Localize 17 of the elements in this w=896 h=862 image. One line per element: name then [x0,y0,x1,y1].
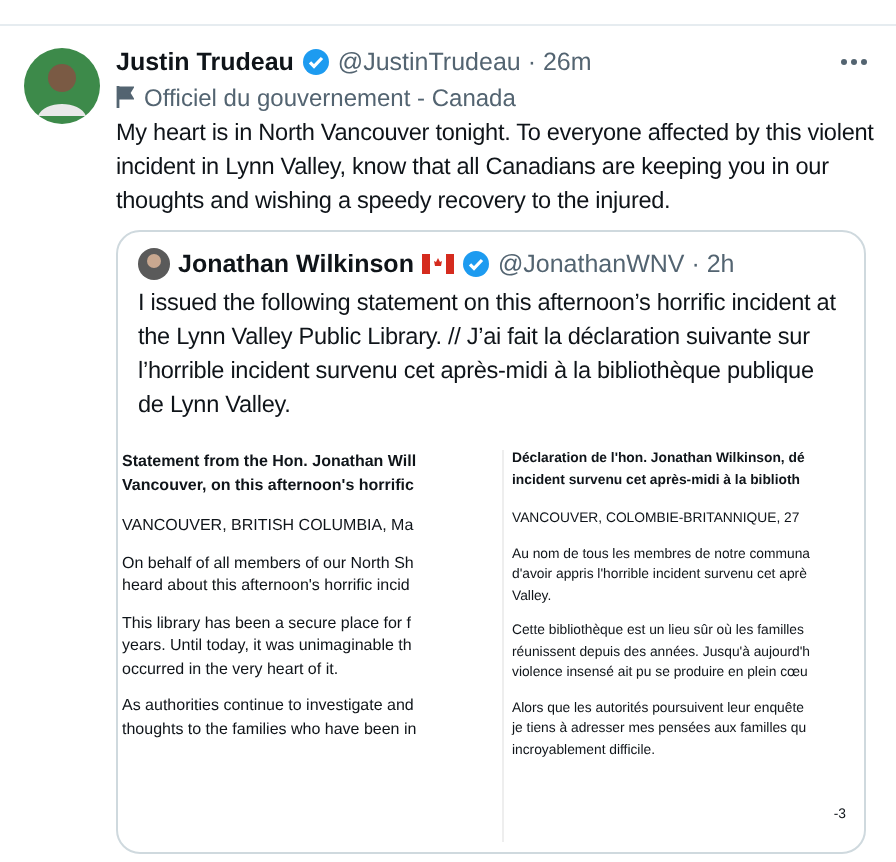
flag-icon [116,86,134,108]
more-icon[interactable] [840,58,868,66]
statement-paragraph: VANCOUVER, BRITISH COLUMBIA, Ma [122,514,416,537]
statement-paragraph: As authorities continue to investigate and thoughts to the families who have been in [122,694,419,740]
quote-card[interactable] [116,230,866,854]
author-handle: @JonathanWNV · 2h [497,250,735,278]
account-label: Officiel du gouvernement - Canada [144,83,516,111]
quote-text: I issued the following statement on this afternoon’s horrific incident at the Lynn Valley Public Library. // J’ai fait la déclaration suivante sur l’horrible incident survenu cet après-midi à la bibliothèque publique de Lynn Valley. [136,286,838,422]
statement-heading: Statement from the Hon. Jonathan Will Vancouver, on this afternoon's horrific [122,450,419,496]
avatar [138,248,170,280]
statement-paragraph: On behalf of all members of our North Sh heard about this afternoon's horrific incid [122,551,416,597]
author-name: Jonathan Wilkinson [178,250,414,278]
statement-paragraph: This library has been a secure place for f years. Until today, it was unimaginable th occurred in the very heart of it. [122,611,414,680]
author-name[interactable]: Justin Trudeau [116,48,294,76]
tweet-text: My heart is in North Vancouver tonight. To everyone affected by this violent incident in Lynn Valley, know that all Canadians are keeping you in our thoughts and wishing a speedy recovery to the injured. [116,116,876,218]
author-handle[interactable]: @JustinTrudeau · 26m [337,48,592,76]
avatar[interactable] [24,48,100,124]
